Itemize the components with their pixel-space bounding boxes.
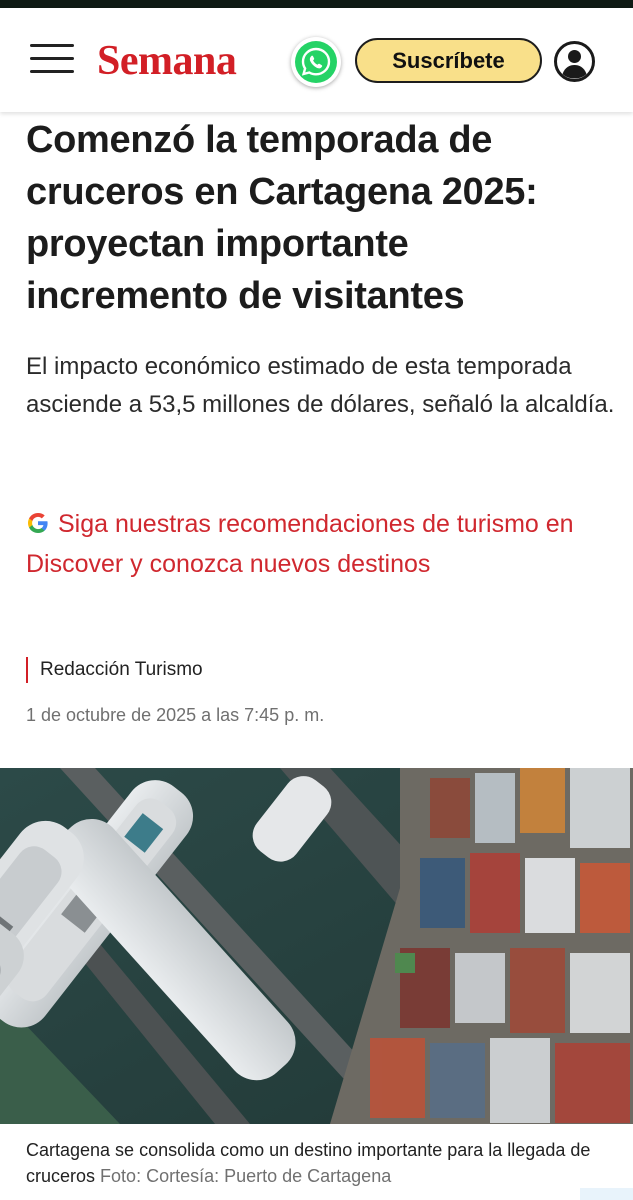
whatsapp-icon[interactable] [291, 37, 341, 87]
article-headline: Comenzó la temporada de cruceros en Cart… [26, 119, 538, 317]
article-author[interactable]: Redacción Turismo [26, 657, 203, 683]
status-bar [0, 0, 633, 8]
aerial-port-photo [0, 768, 633, 1124]
discover-link-text[interactable]: Siga nuestras recomendaciones de turismo… [26, 510, 574, 578]
article-date: 1 de octubre de 2025 a las 7:45 p. m. [26, 705, 325, 725]
ad-indicator[interactable] [580, 1188, 633, 1200]
caption-credit: Foto: Cortesía: Puerto de Cartagena [100, 1166, 392, 1186]
article-lede: El impacto económico estimado de esta te… [26, 353, 615, 418]
site-logo[interactable]: Semana [97, 38, 237, 84]
menu-icon[interactable] [26, 42, 76, 78]
photo-caption: Cartagena se consolida como un destino i… [26, 1137, 616, 1189]
site-header: Semana Suscríbete [0, 8, 633, 112]
article-photo[interactable] [0, 768, 633, 1124]
user-circle-icon[interactable] [553, 40, 596, 83]
google-g-icon [26, 507, 50, 533]
subscribe-button[interactable]: Suscríbete [355, 38, 542, 83]
discover-link[interactable]: Siga nuestras recomendaciones de turismo… [26, 504, 616, 584]
